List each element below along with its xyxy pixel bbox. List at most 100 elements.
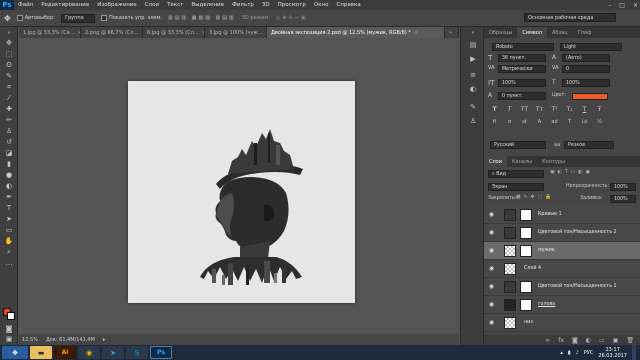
vertical-scale-field[interactable]: 100% bbox=[498, 79, 546, 87]
lasso-tool-icon[interactable]: ʘ bbox=[4, 61, 14, 70]
ligatures-button[interactable]: fi bbox=[490, 118, 499, 126]
horizontal-scale-field[interactable]: 100% bbox=[562, 79, 610, 87]
underline-button[interactable]: T bbox=[580, 106, 589, 114]
layer-mask-thumbnail[interactable] bbox=[520, 281, 532, 293]
minimize-button[interactable]: – bbox=[608, 2, 611, 9]
skype-taskbar-icon[interactable]: S bbox=[126, 346, 148, 359]
text-color-swatch[interactable] bbox=[572, 93, 608, 100]
workspace-dropdown[interactable]: Основная рабочая среда bbox=[524, 13, 616, 22]
clone-source-icon[interactable]: ♙ bbox=[468, 117, 478, 126]
screen-mode-icon[interactable]: ▣ bbox=[4, 335, 14, 344]
eye-icon[interactable]: ◉ bbox=[488, 301, 495, 308]
font-family-dropdown[interactable]: Roboto bbox=[492, 43, 554, 51]
quick-select-tool-icon[interactable]: ✎ bbox=[4, 72, 14, 81]
stylistic-alternates-button[interactable]: ad bbox=[550, 118, 559, 126]
show-desktop-button[interactable] bbox=[632, 345, 636, 360]
menu-file[interactable]: Файл bbox=[14, 2, 37, 8]
background-color-swatch[interactable] bbox=[7, 312, 15, 320]
tab-paths[interactable]: Контуры bbox=[537, 156, 570, 167]
new-layer-icon[interactable]: ▣ bbox=[613, 337, 619, 344]
eye-icon[interactable]: ◉ bbox=[488, 265, 495, 272]
clone-stamp-tool-icon[interactable]: ♙ bbox=[4, 127, 14, 136]
brush-presets-icon[interactable]: ✎ bbox=[468, 103, 478, 112]
quick-mask-icon[interactable]: ◙ bbox=[4, 325, 14, 334]
doc-tab[interactable]: 2.png @ 66,7% (Сл...× bbox=[81, 27, 143, 38]
pen-tool-icon[interactable]: ✒ bbox=[4, 193, 14, 202]
swash-button[interactable]: A bbox=[535, 118, 544, 126]
layer-filter-icons[interactable]: ▣◐T▭◧● bbox=[550, 170, 593, 175]
font-size-field[interactable]: 36 пункт. bbox=[498, 54, 546, 62]
adjustments-icon[interactable]: ◐ bbox=[468, 85, 478, 94]
tab-paragraph[interactable]: Абзац bbox=[547, 27, 573, 38]
menu-filter[interactable]: Фильтр bbox=[228, 2, 258, 8]
menu-layers[interactable]: Слои bbox=[141, 2, 163, 8]
close-button[interactable]: × bbox=[633, 2, 638, 9]
fractions-button[interactable]: ½ bbox=[595, 118, 604, 126]
history-brush-tool-icon[interactable]: ↺ bbox=[4, 138, 14, 147]
fx-icon[interactable]: fx bbox=[558, 337, 564, 344]
layer-mask-thumbnail[interactable] bbox=[520, 245, 532, 257]
opacity-field[interactable]: 100% bbox=[610, 183, 636, 191]
layer-mask-thumbnail[interactable] bbox=[520, 209, 532, 221]
kerning-field[interactable]: Метрически bbox=[498, 65, 546, 73]
layer-row[interactable]: ◉ низ bbox=[484, 314, 640, 332]
layer-row[interactable]: ◉ голова bbox=[484, 296, 640, 314]
link-layers-icon[interactable]: ∞ bbox=[545, 337, 550, 344]
zoom-level[interactable]: 12,5% bbox=[22, 337, 38, 343]
network-icon[interactable]: ▮ bbox=[568, 350, 571, 356]
new-adjustment-icon[interactable]: ◐ bbox=[586, 337, 591, 344]
menu-3d[interactable]: 3D bbox=[258, 2, 274, 8]
tab-layers[interactable]: Слои bbox=[484, 156, 507, 167]
path-select-tool-icon[interactable]: ➤ bbox=[4, 215, 14, 224]
chrome-taskbar-icon[interactable]: ◉ bbox=[78, 346, 100, 359]
contextual-alternates-button[interactable]: σ bbox=[505, 118, 514, 126]
type-tool-icon[interactable]: T bbox=[4, 204, 14, 213]
status-arrow-icon[interactable]: ▸ bbox=[103, 337, 106, 343]
layer-thumbnail[interactable] bbox=[504, 299, 516, 311]
explorer-taskbar-icon[interactable]: ▬ bbox=[30, 346, 52, 359]
zoom-tool-icon[interactable]: ⌕ bbox=[4, 248, 14, 257]
menu-window[interactable]: Окно bbox=[310, 2, 333, 8]
doc-tab[interactable]: 6.jpg @ 33,3% (Сл...× bbox=[143, 27, 205, 38]
doc-tab[interactable]: 3.jpg @ 100% (чуж...× bbox=[205, 27, 267, 38]
doc-tab-active[interactable]: Двойная экспозиция 2.psd @ 12,5% (мужик,… bbox=[267, 27, 445, 38]
layer-filter-dropdown[interactable]: ⌕ Вид bbox=[488, 170, 544, 178]
3d-mode-icons[interactable]: ◎✥✣⇔▣ bbox=[276, 15, 308, 21]
tabs-overflow-icon[interactable]: » bbox=[445, 27, 459, 38]
telegram-taskbar-icon[interactable]: ➤ bbox=[102, 346, 124, 359]
crop-tool-icon[interactable]: ⌗ bbox=[4, 83, 14, 92]
layer-thumbnail[interactable] bbox=[504, 245, 516, 257]
tab-character[interactable]: Символ bbox=[517, 27, 547, 38]
collapse-icon[interactable]: « bbox=[468, 29, 478, 38]
faux-italic-button[interactable]: T bbox=[505, 106, 514, 114]
autoselect-checkbox[interactable]: Автовыбор: bbox=[16, 15, 55, 21]
clock[interactable]: 23:17 26.03.2017 bbox=[598, 347, 627, 359]
subscript-button[interactable]: T₁ bbox=[565, 106, 574, 114]
eye-icon[interactable]: ◉ bbox=[488, 319, 495, 326]
superscript-button[interactable]: T¹ bbox=[550, 106, 559, 114]
menu-help[interactable]: Справка bbox=[332, 2, 364, 8]
healing-brush-tool-icon[interactable]: ✚ bbox=[4, 105, 14, 114]
tracking-field[interactable]: 0 bbox=[562, 65, 610, 73]
titling-alternates-button[interactable]: T bbox=[565, 118, 574, 126]
discretionary-ligatures-button[interactable]: st bbox=[520, 118, 529, 126]
menu-select[interactable]: Выделение bbox=[187, 2, 228, 8]
language-indicator[interactable]: РУС bbox=[584, 350, 594, 356]
leading-field[interactable]: (Авто) bbox=[562, 54, 610, 62]
antialias-dropdown[interactable]: Резкое bbox=[564, 141, 614, 149]
new-group-icon[interactable]: ▭ bbox=[599, 337, 605, 344]
delete-layer-icon[interactable]: 🗑 bbox=[626, 337, 634, 344]
menu-image[interactable]: Изображение bbox=[93, 2, 141, 8]
more-tools-icon[interactable]: … bbox=[4, 259, 14, 268]
menu-view[interactable]: Просмотр bbox=[274, 2, 310, 8]
eye-icon[interactable]: ◉ bbox=[488, 283, 495, 290]
show-controls-checkbox[interactable]: Показать упр. элем. bbox=[100, 15, 162, 21]
autoselect-dropdown[interactable]: Группа bbox=[60, 13, 95, 23]
eyedropper-tool-icon[interactable]: ⁄ bbox=[4, 94, 14, 103]
start-button[interactable]: ❖ bbox=[2, 346, 28, 359]
menu-type[interactable]: Текст bbox=[163, 2, 187, 8]
actions-icon[interactable]: ▶ bbox=[468, 55, 478, 64]
dodge-tool-icon[interactable]: ◐ bbox=[4, 182, 14, 191]
faux-bold-button[interactable]: T bbox=[490, 106, 499, 114]
volume-icon[interactable]: ♪ bbox=[576, 350, 579, 356]
